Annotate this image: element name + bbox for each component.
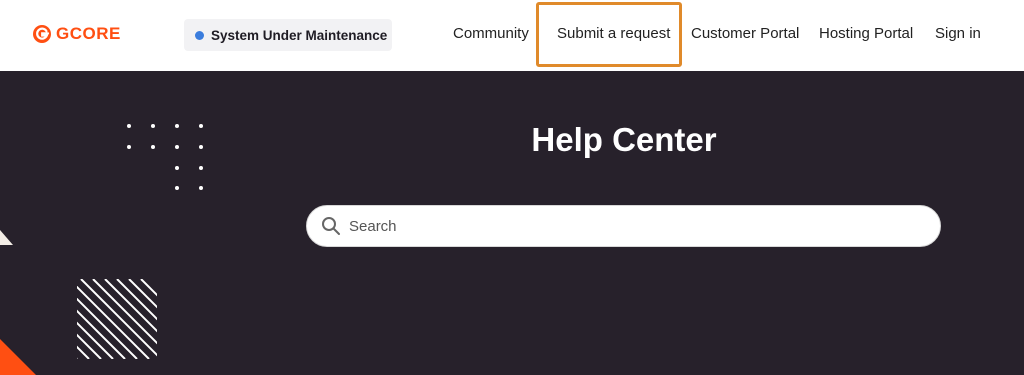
- search-input[interactable]: [349, 206, 919, 246]
- nav-sign-in-link[interactable]: Sign in: [935, 25, 981, 42]
- site-header: GCORE System Under Maintenance Community…: [0, 0, 1024, 71]
- stripes-decoration-icon: [77, 279, 157, 359]
- orange-corner-decoration-icon: [0, 339, 36, 375]
- nav-submit-request-link[interactable]: Submit a request: [557, 25, 670, 42]
- search-box[interactable]: [306, 205, 941, 247]
- search-icon: [322, 217, 340, 235]
- nav-community-link[interactable]: Community: [453, 25, 529, 42]
- nav-customer-portal-link[interactable]: Customer Portal: [691, 25, 799, 42]
- page-title: Help Center: [531, 121, 717, 158]
- main-nav: Community Submit a request Customer Port…: [0, 0, 1024, 71]
- nav-hosting-portal-link[interactable]: Hosting Portal: [819, 25, 913, 42]
- triangle-decoration-icon: [0, 230, 13, 245]
- hero-section: Help Center: [0, 71, 1024, 375]
